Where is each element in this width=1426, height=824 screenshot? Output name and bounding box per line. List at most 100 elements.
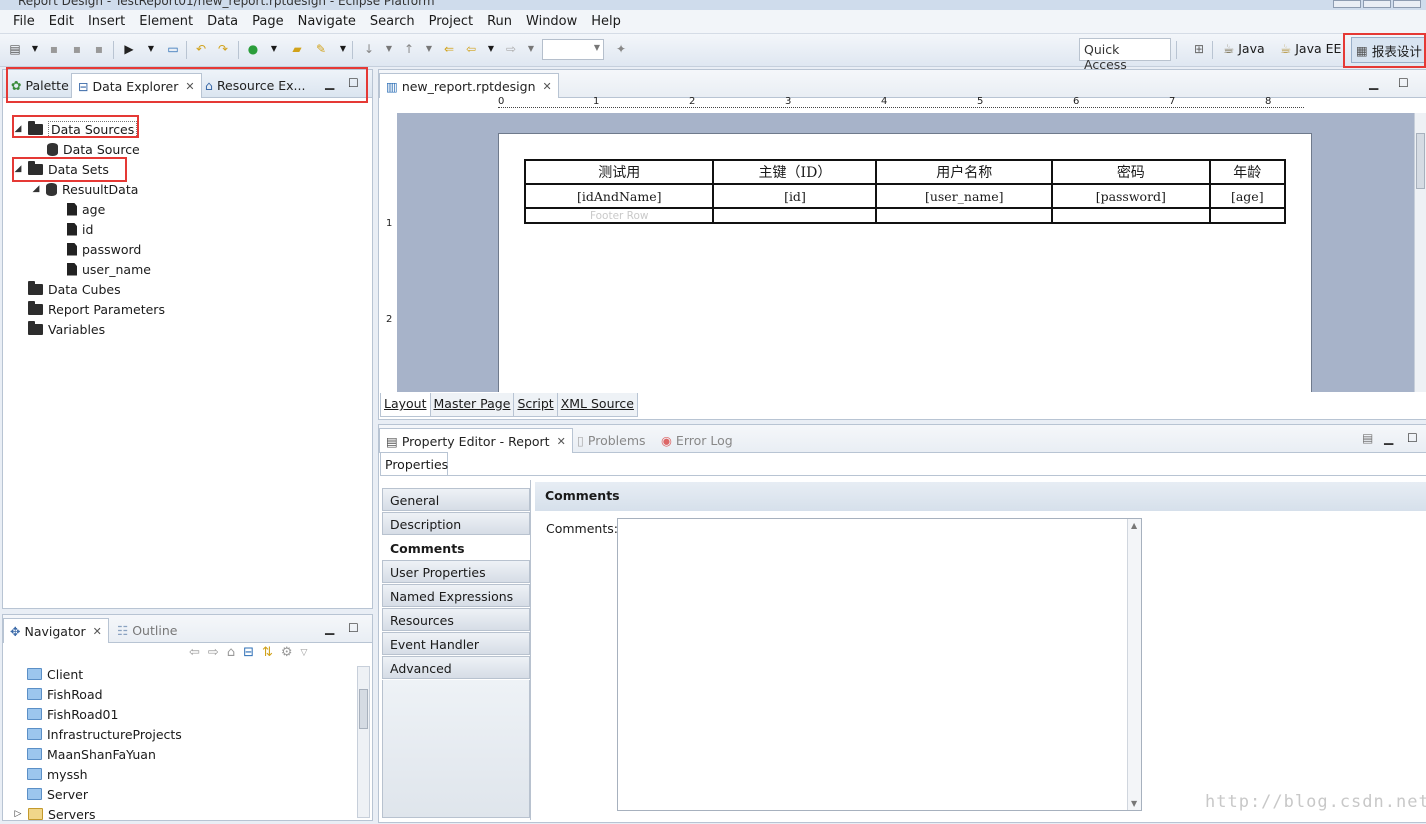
- table-cell[interactable]: 年龄: [1208, 159, 1287, 185]
- report-table[interactable]: 测试用 主键（ID） 用户名称 密码 年龄 [idAndName] [id] […: [523, 159, 1287, 224]
- scroll-up-icon[interactable]: ▲: [1131, 521, 1137, 530]
- tab-error-log[interactable]: ◉ Error Log: [655, 428, 739, 453]
- list-item[interactable]: Server: [27, 784, 88, 804]
- back-dropdown-icon[interactable]: ▼: [482, 41, 500, 57]
- section-description[interactable]: Description: [382, 512, 530, 535]
- section-advanced[interactable]: Advanced: [382, 656, 530, 679]
- table-cell[interactable]: 主键（ID）: [712, 159, 878, 185]
- next-annotation-icon[interactable]: ↓: [360, 41, 378, 57]
- run-dropdown-icon[interactable]: ▼: [142, 41, 160, 57]
- quick-access-input[interactable]: Quick Access: [1079, 38, 1171, 72]
- list-item[interactable]: InfrastructureProjects: [27, 724, 182, 744]
- tab-navigator[interactable]: ✥ Navigator ✕: [3, 618, 109, 643]
- link-editor-icon[interactable]: ⇅: [262, 645, 273, 660]
- menu-file[interactable]: File: [6, 14, 42, 29]
- table-cell[interactable]: [age]: [1208, 183, 1287, 209]
- minimize-editor-icon[interactable]: ▁: [1369, 76, 1378, 90]
- tree-item-field[interactable]: user_name: [67, 259, 151, 279]
- tab-resource-explorer[interactable]: ⌂ Resource Ex...: [199, 73, 311, 98]
- footer-cell[interactable]: [1208, 207, 1287, 224]
- collapse-all-icon[interactable]: ⊟: [243, 645, 254, 660]
- maximize-view-icon[interactable]: ☐: [348, 76, 359, 90]
- list-item[interactable]: FishRoad: [27, 684, 103, 704]
- filter-icon[interactable]: ⚙: [281, 645, 293, 660]
- debug-dropdown-icon[interactable]: ▼: [265, 41, 283, 57]
- navigator-scrollbar[interactable]: [357, 666, 370, 818]
- zoom-combo[interactable]: ▼: [542, 39, 604, 60]
- expanded-twisty-icon[interactable]: ◢: [13, 164, 23, 174]
- menu-search[interactable]: Search: [363, 14, 422, 29]
- tab-layout[interactable]: Layout: [380, 393, 431, 417]
- maximize-view-icon[interactable]: ☐: [348, 621, 359, 635]
- minimize-view-icon[interactable]: ▁: [1384, 431, 1393, 445]
- perspective-java-ee[interactable]: ☕ Java EE: [1280, 41, 1341, 56]
- section-named-expressions[interactable]: Named Expressions: [382, 584, 530, 607]
- tree-item-dataset[interactable]: ◢ ResuultData: [31, 179, 139, 199]
- tree-item-field[interactable]: password: [67, 239, 141, 259]
- close-tab-icon[interactable]: ✕: [543, 80, 552, 93]
- menu-help[interactable]: Help: [584, 14, 628, 29]
- new-dropdown-icon[interactable]: ▼: [26, 41, 44, 57]
- list-item[interactable]: MaanShanFaYuan: [27, 744, 156, 764]
- maximize-editor-icon[interactable]: ☐: [1398, 76, 1409, 90]
- pin-icon[interactable]: ✦: [612, 41, 630, 57]
- menu-window[interactable]: Window: [519, 14, 584, 29]
- menu-page[interactable]: Page: [245, 14, 290, 29]
- tree-item-data-source[interactable]: Data Source: [47, 139, 140, 159]
- redo-icon[interactable]: ↷: [214, 41, 232, 57]
- tree-item-data-sources[interactable]: ◢ Data Sources: [13, 119, 138, 139]
- maximize-view-icon[interactable]: ☐: [1407, 431, 1418, 445]
- menu-insert[interactable]: Insert: [81, 14, 132, 29]
- editor-scrollbar[interactable]: [1414, 113, 1426, 392]
- list-item[interactable]: myssh: [27, 764, 88, 784]
- wand-icon[interactable]: ✎: [312, 41, 330, 57]
- menu-data[interactable]: Data: [200, 14, 245, 29]
- maximize-button[interactable]: [1363, 0, 1391, 8]
- tab-property-editor[interactable]: ▤ Property Editor - Report ✕: [379, 428, 573, 453]
- tree-item-variables[interactable]: Variables: [28, 319, 105, 339]
- expanded-twisty-icon[interactable]: ◢: [31, 184, 41, 194]
- tree-item-report-parameters[interactable]: Report Parameters: [28, 299, 165, 319]
- view-menu-icon[interactable]: ▤: [1362, 431, 1373, 445]
- menu-edit[interactable]: Edit: [42, 14, 81, 29]
- table-cell[interactable]: 测试用: [523, 159, 715, 185]
- tab-properties[interactable]: Properties: [380, 452, 448, 476]
- menu-navigate[interactable]: Navigate: [291, 14, 363, 29]
- back-icon[interactable]: ⇦: [462, 41, 480, 57]
- tab-script[interactable]: Script: [513, 393, 558, 417]
- section-event-handler[interactable]: Event Handler: [382, 632, 530, 655]
- tab-xml-source[interactable]: XML Source: [556, 393, 638, 417]
- close-tab-icon[interactable]: ✕: [557, 435, 566, 448]
- view-menu-icon[interactable]: ▽: [301, 645, 308, 660]
- tab-master-page[interactable]: Master Page: [429, 393, 515, 417]
- scroll-down-icon[interactable]: ▼: [1131, 799, 1137, 808]
- expanded-twisty-icon[interactable]: ◢: [13, 124, 23, 134]
- undo-icon[interactable]: ↶: [192, 41, 210, 57]
- table-cell[interactable]: [id]: [712, 183, 878, 209]
- menu-element[interactable]: Element: [132, 14, 200, 29]
- tab-problems[interactable]: ▯ Problems: [571, 428, 652, 453]
- section-resources[interactable]: Resources: [382, 608, 530, 631]
- comments-textarea[interactable]: ▲ ▼: [617, 518, 1142, 811]
- home-icon[interactable]: ⌂: [227, 645, 235, 660]
- close-tab-icon[interactable]: ✕: [93, 625, 102, 638]
- minimize-view-icon[interactable]: ▁: [325, 621, 334, 635]
- table-cell[interactable]: [user_name]: [875, 183, 1054, 209]
- preview-icon[interactable]: ▭: [164, 41, 182, 57]
- tree-item-field[interactable]: id: [67, 219, 93, 239]
- tab-palette[interactable]: ✿ Palette: [5, 73, 75, 98]
- tab-outline[interactable]: ☷ Outline: [111, 618, 183, 643]
- perspective-java[interactable]: ☕ Java: [1223, 41, 1265, 56]
- menu-project[interactable]: Project: [422, 14, 480, 29]
- last-edit-icon[interactable]: ⇐: [440, 41, 458, 57]
- scrollbar-thumb[interactable]: [1416, 133, 1425, 189]
- open-folder-icon[interactable]: ▰: [288, 41, 306, 57]
- section-general[interactable]: General: [382, 488, 530, 511]
- minimize-view-icon[interactable]: ▁: [325, 76, 334, 90]
- run-report-icon[interactable]: ▶: [120, 41, 138, 57]
- tree-item-data-cubes[interactable]: Data Cubes: [28, 279, 121, 299]
- footer-cell[interactable]: [712, 207, 878, 224]
- close-button[interactable]: [1393, 0, 1421, 8]
- table-cell[interactable]: 密码: [1051, 159, 1211, 185]
- new-icon[interactable]: ▤: [6, 41, 24, 57]
